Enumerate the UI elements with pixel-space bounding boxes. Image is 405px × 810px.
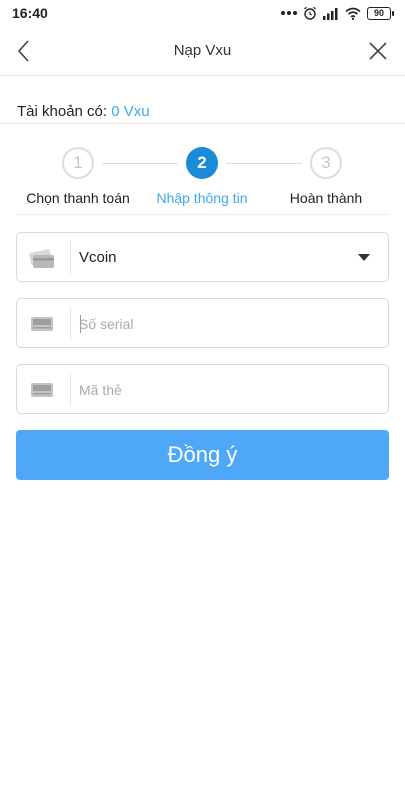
submit-button[interactable]: Đồng ý	[16, 430, 389, 480]
field-separator	[70, 373, 71, 406]
dropdown-arrow-icon	[358, 254, 370, 261]
step-2-circle: 2	[186, 147, 218, 179]
status-icons: 90	[281, 4, 394, 22]
battery-icon: 90	[367, 6, 394, 20]
account-label: Tài khoản có:	[17, 103, 108, 120]
card-code-field[interactable]	[16, 364, 389, 414]
balance-value: 0 Vxu	[111, 103, 150, 120]
close-button[interactable]	[365, 38, 391, 64]
card-icon	[29, 249, 54, 268]
status-bar: 16:40 90	[0, 0, 405, 26]
field-separator	[70, 241, 71, 274]
more-dots-icon	[281, 11, 297, 15]
alarm-icon	[304, 6, 316, 20]
card-type-select[interactable]: Vcoin	[16, 232, 389, 282]
step-2-label: Nhập thông tin	[156, 190, 248, 206]
number-card-icon	[31, 383, 53, 397]
close-icon	[369, 42, 387, 60]
field-separator	[70, 307, 71, 340]
wifi-icon	[345, 7, 361, 20]
status-time: 16:40	[12, 5, 48, 21]
number-card-icon	[31, 317, 53, 331]
divider	[0, 123, 405, 124]
serial-input[interactable]	[79, 307, 375, 340]
signal-icon	[323, 7, 338, 20]
header: Nạp Vxu	[0, 26, 405, 76]
step-3-circle: 3	[310, 147, 342, 179]
card-code-input[interactable]	[79, 373, 375, 406]
serial-field[interactable]	[16, 298, 389, 348]
step-1-circle: 1	[62, 147, 94, 179]
card-type-value: Vcoin	[79, 249, 117, 266]
account-balance: Tài khoản có: 0 Vxu	[17, 103, 150, 120]
step-3-label: Hoàn thành	[289, 190, 363, 206]
step-1-label: Chọn thanh toán	[26, 190, 130, 206]
step-connector	[102, 163, 178, 164]
step-connector	[226, 163, 302, 164]
divider	[16, 214, 389, 215]
stepper: 1 2 3 Chọn thanh toán Nhập thông tin Hoà…	[0, 142, 405, 214]
page-title: Nạp Vxu	[173, 42, 232, 59]
